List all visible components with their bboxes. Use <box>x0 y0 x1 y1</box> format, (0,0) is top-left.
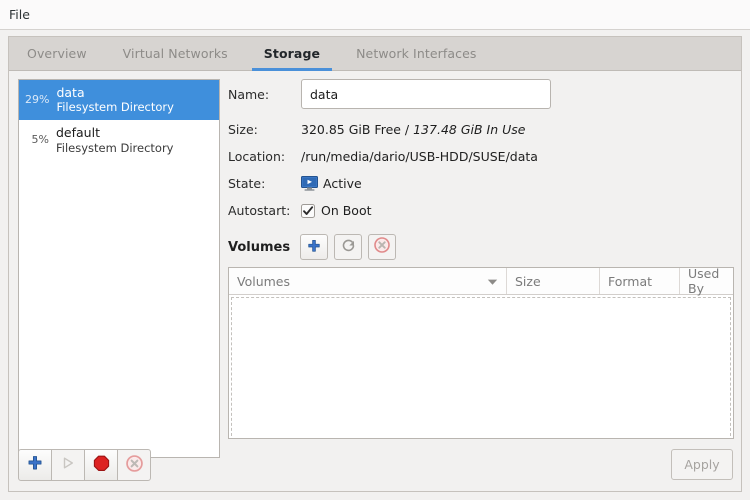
size-free-text: 320.85 GiB Free / <box>301 121 414 137</box>
menu-bar: File <box>0 0 750 30</box>
pool-action-buttons <box>18 449 151 481</box>
autostart-label: Autostart: <box>228 202 291 218</box>
pool-active-monitor-icon <box>301 175 318 191</box>
size-value: 320.85 GiB Free / 137.48 GiB In Use <box>301 122 525 137</box>
location-value: /run/media/dario/USB-HDD/SUSE/data <box>301 148 538 164</box>
content-frame: Overview Virtual Networks Storage Networ… <box>8 36 742 492</box>
play-icon <box>60 455 76 475</box>
delete-pool-button[interactable] <box>117 449 151 481</box>
location-row: Location: /run/media/dario/USB-HDD/SUSE/… <box>228 145 734 167</box>
state-label: State: <box>228 175 266 191</box>
pool-name: default <box>56 125 100 141</box>
start-pool-button[interactable] <box>51 449 85 481</box>
pool-type: Filesystem Directory <box>56 140 174 155</box>
menu-item-file[interactable]: File <box>0 0 39 29</box>
refresh-icon <box>341 238 356 257</box>
chevron-down-icon <box>487 274 498 289</box>
storage-tab-body: 29% data Filesystem Directory 5% default… <box>9 71 741 492</box>
pool-usage-percent: 5% <box>31 132 49 146</box>
volumes-table-body[interactable] <box>231 297 731 438</box>
apply-button[interactable]: Apply <box>671 449 733 480</box>
storage-pool-list[interactable]: 29% data Filesystem Directory 5% default… <box>18 79 220 458</box>
location-label: Location: <box>228 148 286 164</box>
bottom-toolbar: Apply <box>9 444 743 492</box>
size-row: Size: 320.85 GiB Free / 137.48 GiB In Us… <box>228 118 734 140</box>
tab-bar: Overview Virtual Networks Storage Networ… <box>9 37 741 71</box>
column-header-volumes[interactable]: Volumes <box>229 268 507 294</box>
volumes-toolbar: Volumes <box>228 234 734 260</box>
autostart-value: On Boot <box>321 202 372 218</box>
plus-icon <box>27 455 43 475</box>
column-header-format[interactable]: Format <box>600 268 680 294</box>
add-volume-button[interactable] <box>300 234 329 260</box>
name-input[interactable] <box>301 79 551 109</box>
volumes-table-header: Volumes Size Format Used By <box>229 268 733 296</box>
pool-usage-percent: 29% <box>25 92 50 106</box>
list-item[interactable]: 5% default Filesystem Directory <box>19 120 219 160</box>
stop-octagon-icon <box>93 455 110 476</box>
state-value: Active <box>323 175 362 191</box>
pool-name: data <box>56 85 85 100</box>
refresh-volumes-button[interactable] <box>334 234 363 260</box>
state-row: State: Active <box>228 172 734 194</box>
storage-pool-details: Name: Size: 320.85 GiB Free / 137.48 GiB… <box>228 79 734 439</box>
delete-volume-button[interactable] <box>368 234 397 260</box>
volumes-title: Volumes <box>228 239 291 255</box>
autostart-checkbox[interactable] <box>301 203 315 218</box>
tab-virtual-networks[interactable]: Virtual Networks <box>105 37 246 70</box>
size-in-use-text: 137.48 GiB In Use <box>413 121 526 137</box>
pool-type: Filesystem Directory <box>56 100 174 115</box>
autostart-row: Autostart: On Boot <box>228 199 734 221</box>
stop-pool-button[interactable] <box>84 449 118 481</box>
delete-circle-x-icon <box>125 454 143 476</box>
add-pool-button[interactable] <box>18 449 52 481</box>
column-header-volumes-label: Volumes <box>237 273 291 289</box>
name-row: Name: <box>228 79 734 109</box>
tab-network-interfaces[interactable]: Network Interfaces <box>338 37 494 70</box>
column-header-used-by[interactable]: Used By <box>680 268 733 296</box>
tab-overview[interactable]: Overview <box>9 37 105 70</box>
volumes-table[interactable]: Volumes Size Format Used By <box>228 267 734 439</box>
virt-manager-connection-details-window: File Overview Virtual Networks Storage N… <box>0 0 750 500</box>
column-header-size[interactable]: Size <box>507 268 600 294</box>
delete-circle-x-icon <box>374 237 390 257</box>
size-label: Size: <box>228 121 258 137</box>
tab-storage[interactable]: Storage <box>246 37 338 71</box>
plus-icon <box>307 238 321 257</box>
name-label: Name: <box>228 86 270 102</box>
list-item[interactable]: 29% data Filesystem Directory <box>19 80 219 121</box>
